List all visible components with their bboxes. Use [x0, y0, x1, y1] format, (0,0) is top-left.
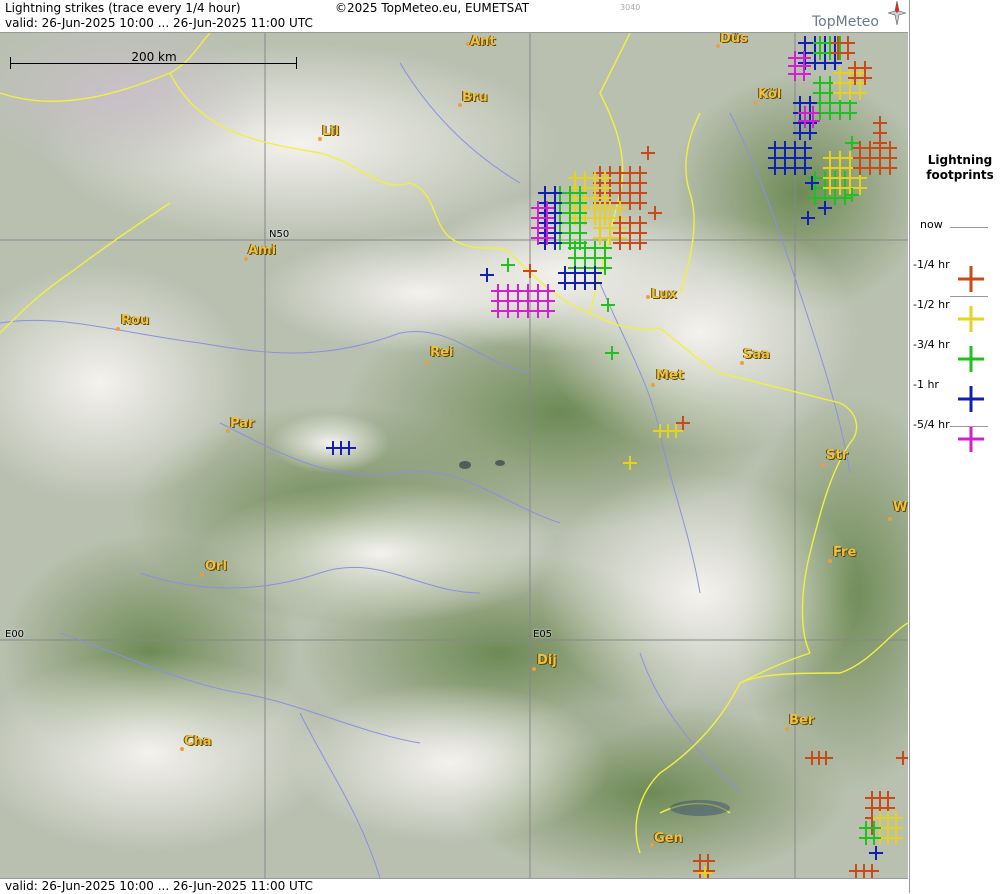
city-label: Rei [430, 345, 454, 360]
strike-cross-icon [958, 306, 984, 332]
map-canvas [0, 33, 908, 878]
city-label: Düs [720, 33, 748, 46]
legend-title: Lightning footprints [926, 153, 994, 182]
legend-row-q4: -1 hr [910, 378, 1000, 418]
city-label: Lux [651, 287, 677, 302]
city-label: Met [656, 368, 684, 383]
legend-row-q1: -1/4 hr [910, 258, 1000, 298]
city-label: Dij [537, 653, 557, 668]
city-label: W [893, 500, 908, 515]
legend-row-now: now [910, 218, 1000, 258]
legend-row-q3: -3/4 hr [910, 338, 1000, 378]
city-label: Bru [462, 90, 488, 105]
city-label: Rou [121, 313, 150, 328]
strike-cross-icon [958, 386, 984, 412]
valid-time: valid: 26-Jun-2025 10:00 ... 26-Jun-2025… [5, 16, 313, 30]
city-label: Cha [184, 734, 212, 749]
grid-label-e05: E05 [533, 629, 553, 640]
header-bar: Lightning strikes (trace every 1/4 hour)… [0, 0, 908, 33]
legend-row-q2: -1/2 hr [910, 298, 1000, 338]
city-label: Orl [205, 559, 227, 574]
satellite-map[interactable]: 200 km N50 E00 E05 Ant Düs Bru Köl Lil A… [0, 33, 908, 878]
grid-label-e00: E00 [5, 629, 25, 640]
city-label: Ami [248, 243, 277, 258]
strike-cross-icon [958, 346, 984, 372]
city-label: Köl [758, 87, 782, 102]
copyright: ©2025 TopMeteo.eu, EUMETSAT [335, 1, 530, 15]
compass-logo-icon [888, 1, 906, 25]
map-title: Lightning strikes (trace every 1/4 hour) [5, 1, 241, 15]
product-code: 3040 [620, 3, 641, 12]
grid-label-n50: N50 [269, 229, 290, 240]
legend-row-q5: -5/4 hr [910, 418, 1000, 458]
footer-valid-time: valid: 26-Jun-2025 10:00 ... 26-Jun-2025… [5, 879, 313, 893]
city-label: Saa [743, 347, 770, 362]
city-label: Par [230, 416, 255, 431]
city-label: Fre [833, 545, 857, 560]
city-label: Ant [470, 34, 496, 49]
city-label: Lil [322, 124, 340, 139]
scale-label: 200 km [131, 50, 177, 64]
strike-cross-icon [958, 266, 984, 292]
footer-bar: valid: 26-Jun-2025 10:00 ... 26-Jun-2025… [0, 878, 908, 894]
scale-bar: 200 km [10, 50, 298, 69]
logo-text: TopMeteo [812, 14, 879, 30]
city-label: Ber [789, 713, 815, 728]
legend-panel: Lightning footprints now -1/4 hr -1/2 hr… [909, 0, 1000, 893]
strike-cross-icon [958, 426, 984, 452]
city-label: Gen [654, 831, 683, 846]
city-label: Str [826, 448, 848, 463]
